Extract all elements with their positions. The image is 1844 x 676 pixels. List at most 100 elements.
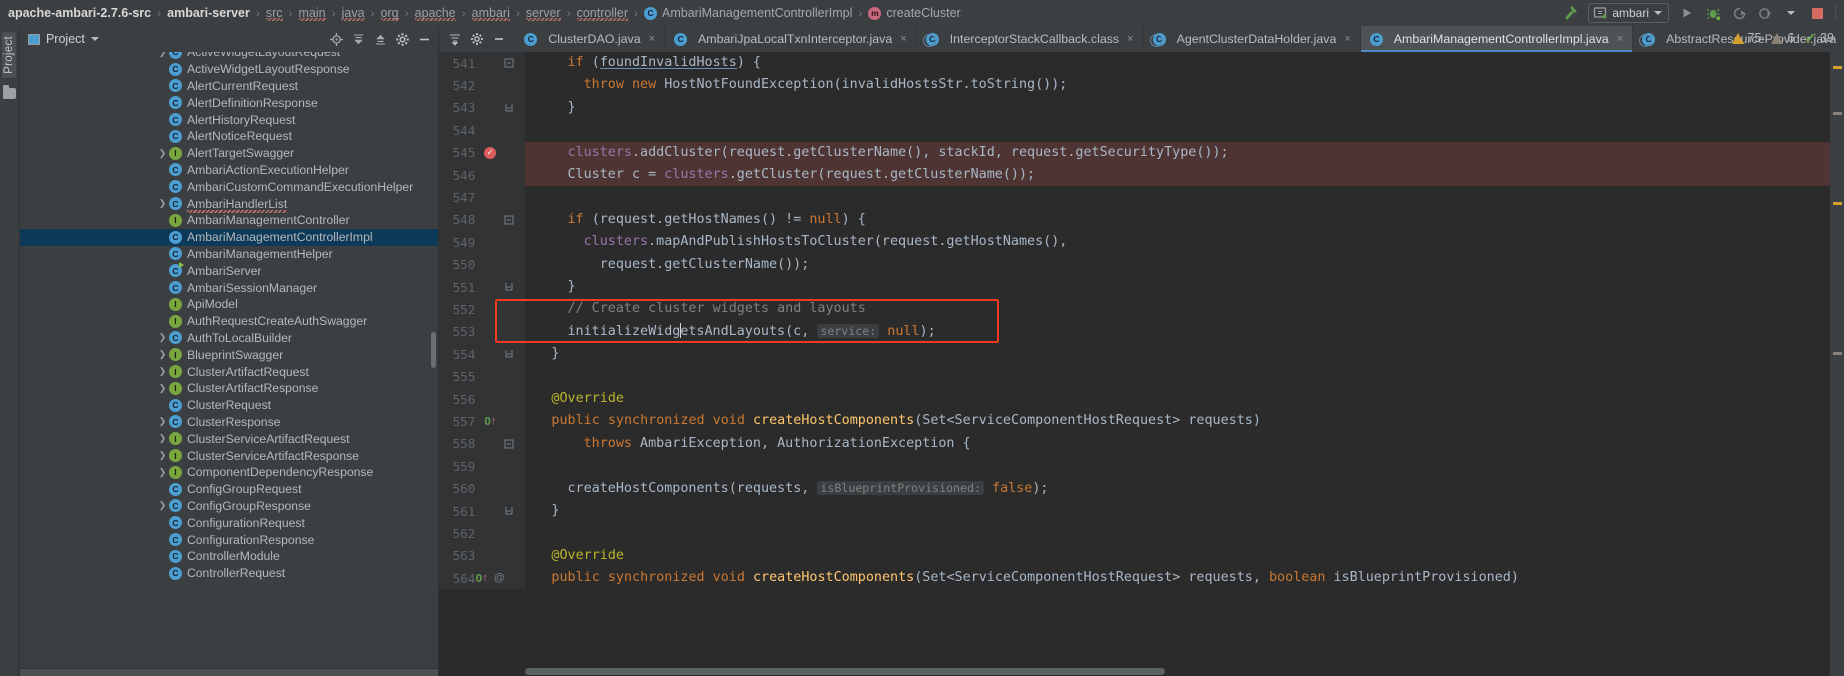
code-line-text[interactable]: } (525, 276, 576, 298)
code-line-text[interactable]: public synchronized void createHostCompo… (525, 567, 1518, 589)
tool-window-button-project[interactable]: Project (2, 32, 17, 78)
tree-scrollbar[interactable] (431, 332, 437, 368)
tree-item-alerthistoryrequest[interactable]: C AlertHistoryRequest (20, 111, 438, 128)
tree-item-clusterserviceartifactrequest[interactable]: ❯ I ClusterServiceArtifactRequest (20, 430, 438, 447)
chevron-right-icon[interactable]: ❯ (156, 349, 169, 360)
breadcrumb-item-controller[interactable]: controller (576, 6, 629, 21)
code-line[interactable]: 553 initializeWidgetsAndLayouts(c, servic… (439, 320, 1844, 344)
tree-item-alerttargetswagger[interactable]: ❯ I AlertTargetSwagger (20, 145, 438, 162)
editor-tab-clusterdao-java[interactable]: C ClusterDAO.java × (515, 26, 666, 52)
code-line[interactable]: 554} (439, 343, 1844, 366)
tree-item-alertnoticerequest[interactable]: C AlertNoticeRequest (20, 128, 438, 145)
structure-icon[interactable] (2, 84, 16, 99)
editor-gutter[interactable]: 541 (439, 52, 526, 75)
editor-gutter[interactable]: 561 (439, 499, 526, 523)
editor-tab-ambarijpalocaltxninterceptor-java[interactable]: C AmbariJpaLocalTxnInterceptor.java × (665, 26, 917, 52)
editor-gutter[interactable]: 558 (439, 432, 526, 456)
tree-item-clusterresponse[interactable]: ❯ C ClusterResponse (20, 414, 438, 431)
close-icon[interactable]: × (900, 33, 906, 45)
breadcrumb-item-apache-ambari-2-7-6-src[interactable]: apache-ambari-2.7.6-src (8, 6, 151, 20)
editor-gutter[interactable]: 560 (439, 477, 526, 500)
chevron-right-icon[interactable]: ❯ (156, 416, 169, 427)
code-line[interactable]: 555 (439, 365, 1844, 388)
code-folding-marker[interactable] (501, 282, 517, 292)
code-line[interactable]: 563 @Override (439, 544, 1844, 567)
editor-gutter[interactable]: 551 (439, 275, 526, 299)
tree-item-controllerrequest[interactable]: C ControllerRequest (20, 565, 438, 582)
tree-item-activewidgetlayoutresponse[interactable]: C ActiveWidgetLayoutResponse (20, 61, 438, 78)
editor-gutter[interactable]: 564 O ↑ @ (439, 566, 526, 590)
breadcrumb-item-apache[interactable]: apache (414, 6, 456, 21)
breadcrumb-item-main[interactable]: main (298, 6, 326, 21)
breadcrumb-item-src[interactable]: src (265, 6, 283, 21)
chevron-right-icon[interactable]: ❯ (156, 148, 169, 159)
editor-gutter[interactable]: 547 (439, 186, 526, 209)
chevron-right-icon[interactable]: ❯ (156, 500, 169, 511)
tree-item-alertdefinitionresponse[interactable]: C AlertDefinitionResponse (20, 94, 438, 111)
chevron-right-icon[interactable]: ❯ (156, 366, 169, 377)
breadcrumb-item-ambari-server[interactable]: ambari-server (167, 6, 250, 20)
code-line[interactable]: 542 throw new HostNotFoundException(inval… (439, 74, 1844, 97)
tree-item-alertcurrentrequest[interactable]: C AlertCurrentRequest (20, 78, 438, 95)
close-icon[interactable]: × (649, 33, 655, 45)
tree-item-authrequestcreateauthswagger[interactable]: I AuthRequestCreateAuthSwagger (20, 313, 438, 330)
tree-item-configgrouprequest[interactable]: C ConfigGroupRequest (20, 481, 438, 498)
inspection-widget[interactable]: 75 6 ✓ 39 (1731, 26, 1844, 50)
tree-item-clusterartifactrequest[interactable]: ❯ I ClusterArtifactRequest (20, 363, 438, 380)
editor-gutter[interactable]: 544 (439, 119, 526, 142)
code-folding-marker[interactable] (501, 58, 517, 68)
code-line-text[interactable]: @Override (525, 545, 624, 567)
gear-icon[interactable] (467, 29, 487, 49)
code-folding-marker[interactable] (501, 215, 517, 225)
editor-gutter[interactable]: 563 (439, 544, 526, 567)
editor-gutter[interactable]: 557 O ↑ (439, 410, 526, 433)
editor-gutter[interactable]: 542 (439, 74, 526, 97)
tree-item-ambarimanagementcontrollerimpl[interactable]: C AmbariManagementControllerImpl (19, 228, 439, 246)
tree-item-configurationresponse[interactable]: C ConfigurationResponse (20, 531, 438, 548)
implementing-arrow-icon[interactable]: ↑ (482, 572, 488, 584)
breadcrumb-item-server[interactable]: server (525, 6, 561, 21)
editor-tab-ambarimanagementcontrollerimpl-java[interactable]: C AmbariManagementControllerImpl.java × (1360, 26, 1634, 52)
breadcrumb-item-java[interactable]: java (341, 6, 365, 21)
code-line[interactable]: 559 (439, 455, 1844, 478)
gutter-marker-area[interactable]: O ↑ @ (476, 572, 505, 585)
tree-item-configurationrequest[interactable]: C ConfigurationRequest (20, 514, 438, 531)
code-line-text[interactable]: clusters.addCluster(request.getClusterNa… (525, 142, 1229, 164)
tree-item-ambariactionexecutionhelper[interactable]: C AmbariActionExecutionHelper (20, 162, 438, 179)
code-line-text[interactable]: if (request.getHostNames() != null) { (525, 209, 866, 231)
code-line-text[interactable]: // Create cluster widgets and layouts (525, 298, 866, 320)
run-configuration-selector[interactable]: ambari (1588, 3, 1669, 23)
code-line-text[interactable]: } (525, 343, 559, 365)
hide-icon[interactable] (414, 29, 434, 49)
expand-icon[interactable] (370, 29, 390, 49)
stop-icon[interactable] (1805, 2, 1829, 24)
tree-item-clusterrequest[interactable]: C ClusterRequest (20, 397, 438, 414)
chevron-right-icon[interactable]: ❯ (156, 332, 169, 343)
tree-item-clusterserviceartifactresponse[interactable]: ❯ I ClusterServiceArtifactResponse (20, 447, 438, 464)
project-view-selector[interactable]: Project (27, 32, 99, 46)
gear-icon[interactable] (392, 29, 412, 49)
tree-item-activewidgetlayoutrequest[interactable]: ❯C ActiveWidgetLayoutRequest (20, 52, 438, 61)
code-folding-marker[interactable] (501, 103, 517, 113)
tree-item-blueprintswagger[interactable]: ❯ I BlueprintSwagger (20, 346, 438, 363)
annotation-gutter-icon[interactable]: @ (494, 572, 505, 584)
editor-gutter[interactable]: 554 (439, 343, 526, 366)
tree-item-ambaricustomcommandexecutionhelper[interactable]: C AmbariCustomCommandExecutionHelper (20, 178, 438, 195)
code-editor[interactable]: 541 if (foundInvalidHosts) {542 throw new … (439, 52, 1844, 676)
rerun-icon[interactable] (1727, 2, 1751, 24)
editor-gutter[interactable]: 562 (439, 522, 526, 545)
code-line[interactable]: 543} (439, 96, 1844, 120)
code-line[interactable]: 562 (439, 522, 1844, 545)
chevron-right-icon[interactable]: ❯ (156, 383, 169, 394)
editor-gutter[interactable]: 555 (439, 365, 526, 388)
locate-icon[interactable] (326, 29, 346, 49)
gutter-marker-area[interactable]: O ↑ (479, 415, 501, 428)
code-line[interactable]: 541 if (foundInvalidHosts) { (439, 52, 1844, 75)
code-line-text[interactable]: throws AmbariException, AuthorizationExc… (525, 433, 971, 455)
run-options-chevron-icon[interactable] (1779, 2, 1803, 24)
editor-gutter[interactable]: 550 (439, 253, 526, 276)
editor-marker-bar[interactable] (1830, 52, 1844, 676)
scrollbar-thumb[interactable] (525, 668, 1166, 675)
profile-icon[interactable] (1753, 2, 1777, 24)
code-line-text[interactable]: } (525, 97, 576, 119)
